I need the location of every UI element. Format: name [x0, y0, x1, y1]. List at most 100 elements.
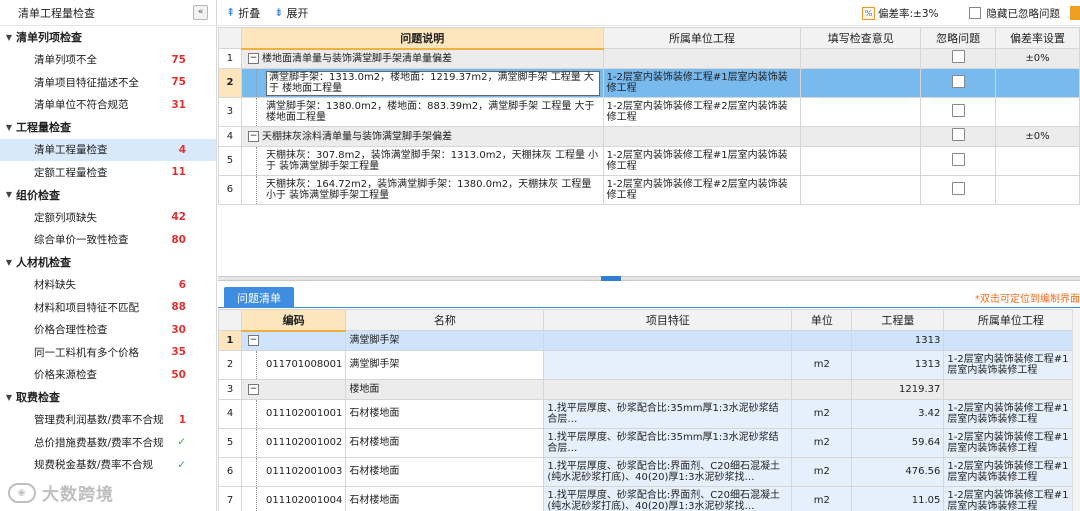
sidebar-item[interactable]: 清单工程量检查 4: [0, 138, 216, 161]
opinion-cell[interactable]: [800, 97, 922, 127]
pane-splitter[interactable]: [218, 276, 1080, 281]
opinion-cell[interactable]: [800, 48, 922, 69]
belong-cell[interactable]: 1-2层室内装饰装修工程#1层室内装饰装修工程: [943, 486, 1079, 511]
belong-cell[interactable]: [943, 330, 1079, 351]
issue-cell[interactable]: − 楼地面清单量与装饰满堂脚手架清单量偏差: [240, 48, 604, 69]
quantity-cell[interactable]: 1313: [851, 330, 945, 351]
table-row[interactable]: 1− 满堂脚手架 1313: [218, 330, 1079, 351]
quantity-cell[interactable]: 1219.37: [851, 379, 945, 400]
col-header-opinion[interactable]: 填写检查意见: [800, 27, 922, 49]
table-row[interactable]: 6 天棚抹灰：164.72m2，装饰满堂脚手架：1380.0m2，天棚抹灰 工程量…: [218, 175, 1080, 205]
sidebar-group[interactable]: ▼ 人材机检查: [0, 251, 216, 274]
feature-cell[interactable]: 1.找平层厚度、砂浆配合比:界面剂、C20细石混凝土(纯水泥砂浆打底)、40(2…: [543, 457, 793, 487]
table-row[interactable]: 3− 楼地面 1219.37: [218, 379, 1079, 400]
belong-cell[interactable]: [943, 379, 1079, 400]
row-number[interactable]: 4: [218, 399, 242, 429]
issue-cell[interactable]: 满堂脚手架：1313.0m2，楼地面：1219.37m2，满堂脚手架 工程量 大…: [240, 68, 604, 98]
table-row[interactable]: 3 满堂脚手架：1380.0m2，楼地面：883.39m2，满堂脚手架 工程量 大…: [218, 97, 1080, 127]
name-cell[interactable]: 满堂脚手架: [345, 350, 545, 380]
expand-caret-icon[interactable]: ▼: [2, 123, 16, 132]
collapse-node-icon[interactable]: −: [248, 334, 259, 346]
code-cell[interactable]: −: [240, 330, 347, 351]
sidebar-item[interactable]: 价格合理性检查 30: [0, 319, 216, 342]
sidebar-group[interactable]: ▼ 组价检查: [0, 184, 216, 207]
row-number[interactable]: 5: [218, 428, 242, 458]
splitter-grip-icon[interactable]: [601, 276, 621, 281]
name-cell[interactable]: 楼地面: [345, 379, 545, 400]
col-header-feature[interactable]: 项目特征: [543, 309, 793, 331]
deviation-rate-label[interactable]: 偏差率:±3%: [878, 6, 939, 21]
issue-cell[interactable]: − 天棚抹灰涂料清单量与装饰满堂脚手架偏差: [240, 126, 604, 147]
row-number[interactable]: 7: [218, 486, 242, 511]
unit-cell[interactable]: [791, 379, 853, 400]
deviation-cell[interactable]: ±0%: [995, 126, 1080, 147]
sidebar-item[interactable]: 清单单位不符合规范 31: [0, 94, 216, 117]
expand-caret-icon[interactable]: ▼: [2, 393, 16, 402]
row-number[interactable]: 2: [218, 68, 242, 98]
col-header-deviation[interactable]: 偏差率设置: [995, 27, 1080, 49]
sidebar-item[interactable]: 总价措施费基数/费率不合规 ✓: [0, 431, 216, 454]
expand-caret-icon[interactable]: ▼: [2, 258, 16, 267]
table-row[interactable]: 6 011102001003 石材楼地面 1.找平层厚度、砂浆配合比:界面剂、C20细…: [218, 457, 1079, 487]
table-row[interactable]: 2 011701008001 满堂脚手架 m2 1313 1-2层室内装饰装修工程#1层室…: [218, 350, 1079, 380]
table-row[interactable]: 4 011102001001 石材楼地面 1.找平层厚度、砂浆配合比:35mm厚1:3…: [218, 399, 1079, 429]
table-row[interactable]: 7 011102001004 石材楼地面 1.找平层厚度、砂浆配合比:界面剂、C20细…: [218, 486, 1079, 511]
col-header-unit[interactable]: 单位: [791, 309, 853, 331]
row-number[interactable]: 1: [218, 330, 242, 351]
deviation-cell[interactable]: [995, 175, 1080, 205]
deviation-settings-icon[interactable]: %: [862, 6, 875, 20]
col-header-ignore[interactable]: 忽略问题: [920, 27, 997, 49]
name-cell[interactable]: 满堂脚手架: [345, 330, 545, 351]
sidebar-item[interactable]: 定额工程量检查 11: [0, 161, 216, 184]
belong-cell[interactable]: 1-2层室内装饰装修工程#1层室内装饰装修工程: [943, 350, 1079, 380]
belong-cell[interactable]: 1-2层室内装饰装修工程#1层室内装饰装修工程: [943, 428, 1079, 458]
name-cell[interactable]: 石材楼地面: [345, 399, 545, 429]
opinion-cell[interactable]: [800, 175, 922, 205]
sidebar-item[interactable]: 同一工料机有多个价格 35: [0, 341, 216, 364]
col-header-belong[interactable]: 所属单位工程: [943, 309, 1079, 331]
opinion-cell[interactable]: [800, 126, 922, 147]
sidebar-item[interactable]: 价格来源检查 50: [0, 364, 216, 387]
sidebar-item[interactable]: 清单项目特征描述不全 75: [0, 71, 216, 94]
code-cell[interactable]: 011102001003: [240, 457, 347, 487]
sidebar-item[interactable]: 综合单价一致性检查 80: [0, 229, 216, 252]
unit-cell[interactable]: m2: [791, 486, 853, 511]
expand-all-button[interactable]: ⇟ 展开: [274, 5, 308, 21]
opinion-cell[interactable]: [800, 146, 922, 176]
quantity-cell[interactable]: 11.05: [851, 486, 945, 511]
row-number[interactable]: 3: [218, 97, 242, 127]
belong-cell[interactable]: 1-2层室内装饰装修工程#1层室内装饰装修工程: [943, 457, 1079, 487]
unit-cell[interactable]: m2: [791, 457, 853, 487]
unit-cell[interactable]: m2: [791, 350, 853, 380]
collapse-node-icon[interactable]: −: [248, 383, 259, 395]
unit-cell[interactable]: m2: [791, 428, 853, 458]
sidebar-item[interactable]: 定额列项缺失 42: [0, 206, 216, 229]
code-cell[interactable]: 011102001002: [240, 428, 347, 458]
feature-cell[interactable]: 1.找平层厚度、砂浆配合比:35mm厚1:3水泥砂浆结合层…: [543, 399, 793, 429]
deviation-cell[interactable]: [995, 97, 1080, 127]
feature-cell[interactable]: [543, 330, 793, 351]
belong-cell[interactable]: 1-2层室内装饰装修工程#1层室内装饰装修工程: [943, 399, 1079, 429]
code-cell[interactable]: 011102001004: [240, 486, 347, 511]
feature-cell[interactable]: 1.找平层厚度、砂浆配合比:界面剂、C20细石混凝土(纯水泥砂浆打底)、40(2…: [543, 486, 793, 511]
deviation-cell[interactable]: [995, 68, 1080, 98]
quantity-cell[interactable]: 3.42: [851, 399, 945, 429]
collapse-all-button[interactable]: ⇞ 折叠: [226, 5, 260, 21]
tab-issue-list[interactable]: 问题清单: [224, 287, 294, 308]
name-cell[interactable]: 石材楼地面: [345, 486, 545, 511]
expand-caret-icon[interactable]: ▼: [2, 190, 16, 199]
feature-cell[interactable]: [543, 350, 793, 380]
collapse-sidebar-icon[interactable]: «: [193, 5, 208, 20]
ignore-checkbox[interactable]: [951, 50, 965, 64]
unit-cell[interactable]: m2: [791, 399, 853, 429]
ignore-checkbox[interactable]: [951, 181, 965, 195]
col-header-name[interactable]: 名称: [345, 309, 545, 331]
feature-cell[interactable]: 1.找平层厚度、砂浆配合比:35mm厚1:3水泥砂浆结合层…: [543, 428, 793, 458]
unit-cell[interactable]: [791, 330, 853, 351]
row-number[interactable]: 2: [218, 350, 242, 380]
code-cell[interactable]: −: [240, 379, 347, 400]
vertical-scrollbar[interactable]: [1072, 309, 1080, 511]
table-row[interactable]: 5 天棚抹灰：307.8m2，装饰满堂脚手架：1313.0m2，天棚抹灰 工程量 …: [218, 146, 1080, 176]
row-number[interactable]: 3: [218, 379, 242, 400]
deviation-cell[interactable]: ±0%: [995, 48, 1080, 69]
